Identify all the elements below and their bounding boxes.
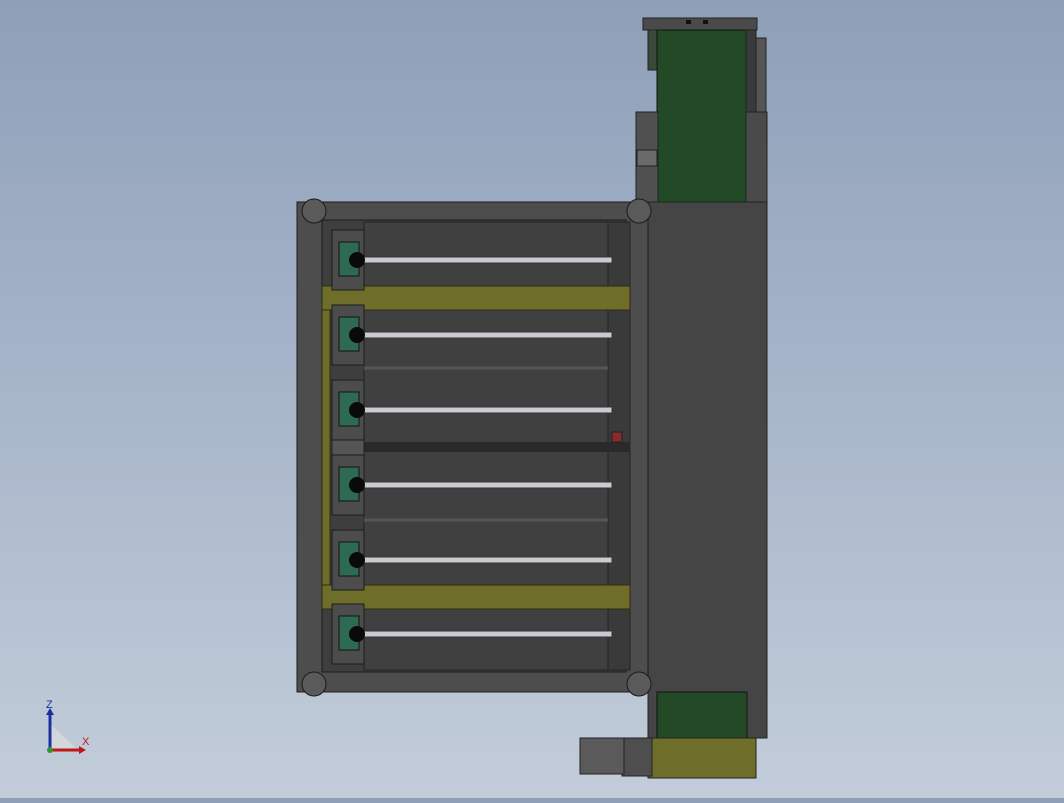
z-axis-label: Z [46, 699, 53, 711]
coordinate-triad: Z X [46, 699, 90, 754]
x-axis-label: X [82, 736, 90, 748]
right-housing [647, 201, 768, 739]
conveyor-assembly-drawing [296, 17, 768, 779]
cad-viewport[interactable] [0, 0, 1064, 798]
bottom-conveyor-module [579, 691, 757, 779]
y-axis-dot [47, 747, 53, 753]
top-conveyor-module [635, 17, 768, 203]
